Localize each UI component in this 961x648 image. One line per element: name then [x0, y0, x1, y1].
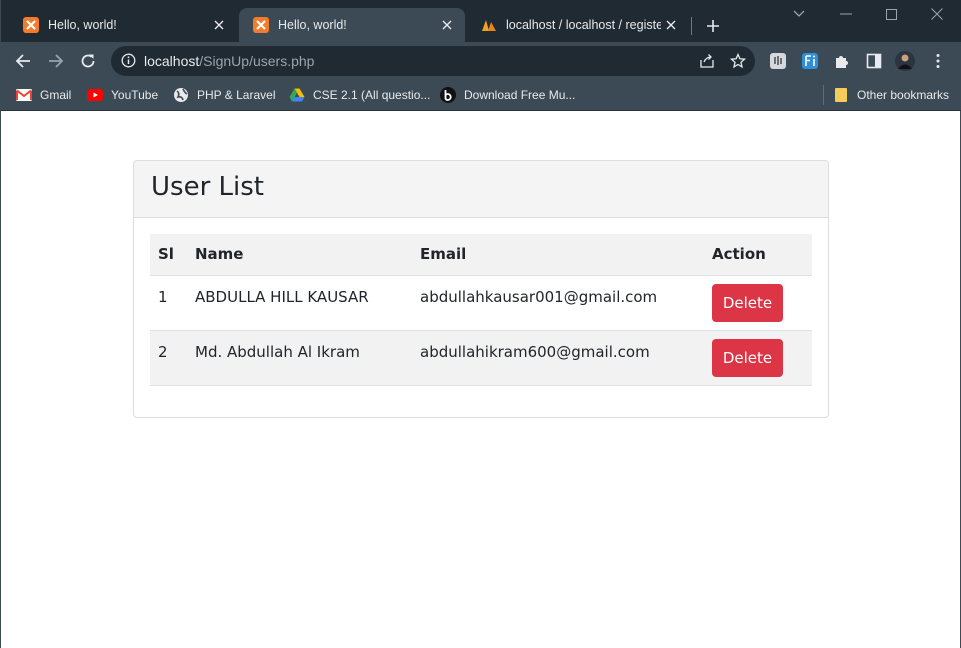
close-tab-icon[interactable]	[661, 15, 681, 35]
table-row: 1 ABDULLA HILL KAUSAR abdullahkausar001@…	[150, 275, 812, 331]
tab-hello-world-1[interactable]: Hello, world!	[9, 8, 237, 42]
url-host: localhost	[144, 53, 200, 69]
xampp-icon	[23, 17, 39, 33]
bookmark-cse[interactable]: CSE 2.1 (All questio...	[289, 85, 430, 105]
bookmark-download[interactable]: Download Free Mu...	[440, 85, 575, 105]
user-list-card: User List Sl Name Email Action 1 ABDULLA…	[133, 160, 829, 418]
cell-action: Delete	[704, 330, 812, 386]
other-bookmarks-label: Other bookmarks	[857, 88, 950, 102]
extension-fi-icon[interactable]	[801, 52, 819, 70]
new-tab-icon[interactable]	[701, 14, 725, 38]
bookmark-youtube[interactable]: YouTube	[87, 85, 158, 105]
close-tab-icon[interactable]	[437, 15, 457, 35]
bookmarks-bar: Gmail YouTube PHP & Laravel CSE 2.1 (All…	[1, 80, 961, 111]
back-icon[interactable]	[11, 49, 35, 73]
reload-icon[interactable]	[76, 49, 100, 73]
menu-kebab-icon[interactable]	[929, 52, 947, 70]
cell-email: abdullahikram600@gmail.com	[412, 330, 704, 386]
card-header: User List	[134, 161, 828, 218]
cell-sl: 2	[150, 330, 187, 386]
bookmark-gmail[interactable]: Gmail	[16, 85, 71, 105]
bookmark-label: Download Free Mu...	[464, 88, 576, 102]
forward-icon[interactable]	[44, 49, 68, 73]
info-icon[interactable]	[121, 53, 136, 73]
globe-icon	[173, 87, 189, 103]
tab-title: localhost / localhost / register_	[506, 18, 661, 32]
tab-search-icon[interactable]	[787, 4, 811, 24]
cell-name: ABDULLA HILL KAUSAR	[187, 275, 412, 331]
user-table: Sl Name Email Action 1 ABDULLA HILL KAUS…	[150, 234, 812, 386]
browser-window: Hello, world! Hello, world! localhost / …	[0, 0, 961, 648]
maximize-icon[interactable]	[879, 4, 903, 24]
minimize-icon[interactable]	[834, 4, 858, 24]
browser-toolbar: localhost/SignUp/users.php	[1, 42, 961, 80]
share-icon[interactable]	[695, 49, 719, 73]
gmail-icon	[16, 87, 32, 103]
bookmark-label: YouTube	[111, 88, 159, 102]
tab-title: Hello, world!	[278, 18, 347, 32]
extensions-puzzle-icon[interactable]	[833, 52, 851, 70]
column-header-name: Name	[187, 234, 412, 276]
column-header-email: Email	[412, 234, 704, 276]
address-bar[interactable]: localhost/SignUp/users.php	[111, 46, 755, 76]
other-bookmarks[interactable]: Other bookmarks	[833, 85, 949, 105]
delete-button[interactable]: Delete	[712, 283, 783, 322]
cell-sl: 1	[150, 275, 187, 331]
extension-screenshot-icon[interactable]	[769, 52, 787, 70]
cell-name: Md. Abdullah Al Ikram	[187, 330, 412, 386]
column-header-sl: Sl	[150, 234, 187, 276]
folder-icon	[833, 87, 849, 103]
tab-strip: Hello, world! Hello, world! localhost / …	[1, 0, 961, 42]
google-drive-icon	[289, 87, 305, 103]
bookmark-php-laravel[interactable]: PHP & Laravel	[173, 85, 276, 105]
profile-avatar-icon[interactable]	[895, 51, 915, 71]
tab-separator	[691, 17, 692, 35]
tab-hello-world-active[interactable]: Hello, world!	[239, 8, 465, 42]
card-title: User List	[151, 172, 264, 202]
bookmark-label: Gmail	[40, 88, 72, 102]
bookmark-label: CSE 2.1 (All questio...	[313, 88, 431, 102]
delete-button[interactable]: Delete	[712, 338, 783, 377]
close-tab-icon[interactable]	[209, 15, 229, 35]
youtube-icon	[87, 87, 103, 103]
table-header-row: Sl Name Email Action	[150, 234, 812, 276]
xampp-icon	[253, 17, 269, 33]
table-row: 2 Md. Abdullah Al Ikram abdullahikram600…	[150, 330, 812, 386]
column-header-action: Action	[704, 234, 812, 276]
url-path: /SignUp/users.php	[199, 53, 315, 69]
tab-phpmyadmin[interactable]: localhost / localhost / register_	[467, 8, 689, 42]
cell-action: Delete	[704, 275, 812, 331]
cell-email: abdullahkausar001@gmail.com	[412, 275, 704, 331]
bookmark-star-icon[interactable]	[726, 49, 750, 73]
url-text: localhost/SignUp/users.php	[144, 53, 314, 69]
phpmyadmin-icon	[481, 17, 497, 33]
tab-title: Hello, world!	[48, 18, 117, 32]
close-window-icon[interactable]	[925, 4, 949, 24]
b-logo-icon	[440, 87, 456, 103]
side-panel-icon[interactable]	[865, 52, 883, 70]
bookmark-label: PHP & Laravel	[197, 88, 276, 102]
bookmarks-separator	[823, 85, 824, 105]
